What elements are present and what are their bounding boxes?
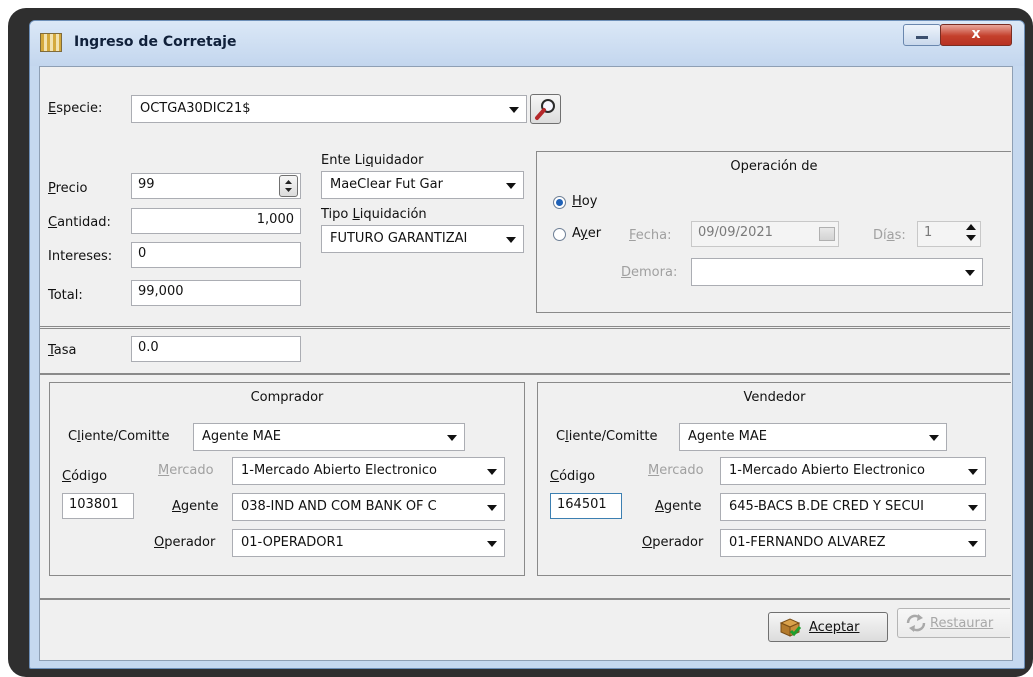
minimize-button[interactable] <box>903 24 941 46</box>
button-bar: Aceptar Restaurar <box>40 599 1010 660</box>
spinner-icon <box>285 180 292 192</box>
comprador-agente-label: Agente <box>172 499 219 514</box>
vendedor-title: Vendedor <box>743 390 806 405</box>
tasa-panel: Tasa 0.0 <box>40 328 1010 374</box>
magnifier-icon <box>535 99 555 120</box>
ayer-radio[interactable] <box>553 228 566 241</box>
chevron-down-icon <box>929 435 939 441</box>
operacion-group: Operación de Hoy Ayer Fecha: 09/09/2021 … <box>536 151 1011 313</box>
vendedor-codigo-label: Código <box>550 469 596 484</box>
comprador-group: Comprador Cliente/Comitte Agente MAE Cód… <box>49 382 525 576</box>
chevron-down-icon <box>447 435 457 441</box>
intereses-label: Intereses: <box>48 249 113 264</box>
vendedor-cliente-value: Agente MAE <box>688 429 767 444</box>
aceptar-button[interactable]: Aceptar <box>768 612 888 642</box>
comprador-operador-label: Operador <box>154 535 216 550</box>
comprador-mercado-label: Mercado <box>158 463 214 478</box>
chevron-down-icon <box>968 541 978 547</box>
comprador-cliente-label: Cliente/Comitte <box>68 429 170 444</box>
dias-label: Días: <box>873 228 906 243</box>
intereses-input[interactable]: 0 <box>131 242 301 268</box>
accept-package-icon <box>779 618 801 637</box>
comprador-cliente-value: Agente MAE <box>202 429 281 444</box>
vendedor-cliente-label: Cliente/Comitte <box>556 429 658 444</box>
comprador-title: Comprador <box>250 390 324 405</box>
comprador-cliente-select[interactable]: Agente MAE <box>193 423 465 451</box>
chevron-down-icon <box>506 237 516 243</box>
vendedor-group: Vendedor Cliente/Comitte Agente MAE Códi… <box>537 382 1011 576</box>
chevron-down-icon <box>509 107 519 113</box>
dias-spinner[interactable] <box>965 223 977 243</box>
comprador-codigo-label: Código <box>62 469 108 484</box>
precio-input[interactable]: 99 <box>131 173 301 199</box>
fecha-input[interactable]: 09/09/2021 <box>691 221 839 247</box>
window-client-area: Especie: OCTGA30DIC21$ Precio 99 Cantida… <box>39 66 1013 661</box>
ente-liquidador-value: MaeClear Fut Gar <box>330 177 443 192</box>
fecha-label: Fecha: <box>629 228 672 243</box>
tipo-liquidacion-select[interactable]: FUTURO GARANTIZAI <box>321 225 524 253</box>
comprador-agente-value: 038-IND AND COM BANK OF C <box>241 499 437 514</box>
vendedor-mercado-label: Mercado <box>648 463 704 478</box>
especie-label: Especie: <box>48 101 103 116</box>
chevron-down-icon <box>965 270 975 276</box>
restaurar-label: Restaurar <box>930 616 994 631</box>
tipo-liquidacion-value: FUTURO GARANTIZAI <box>330 231 468 246</box>
comprador-mercado-select[interactable]: 1-Mercado Abierto Electronico <box>232 457 505 485</box>
hoy-label[interactable]: Hoy <box>572 194 597 209</box>
parties-panel: Comprador Cliente/Comitte Agente MAE Cód… <box>40 374 1011 599</box>
chevron-down-icon <box>487 469 497 475</box>
general-panel: Especie: OCTGA30DIC21$ Precio 99 Cantida… <box>40 67 1011 327</box>
vendedor-cliente-select[interactable]: Agente MAE <box>679 423 947 451</box>
title-bar[interactable]: Ingreso de Corretaje x <box>30 21 1024 66</box>
comprador-operador-select[interactable]: 01-OPERADOR1 <box>232 529 505 557</box>
ente-liquidador-select[interactable]: MaeClear Fut Gar <box>321 171 524 199</box>
comprador-codigo-input[interactable]: 103801 <box>62 493 134 519</box>
cantidad-input[interactable]: 1,000 <box>131 208 301 234</box>
calendar-icon[interactable] <box>819 227 835 241</box>
tipo-liquidacion-label: Tipo Liquidación <box>321 207 427 222</box>
grid-app-icon <box>40 33 62 52</box>
tasa-label: Tasa <box>48 343 77 358</box>
close-button[interactable]: x <box>940 24 1012 46</box>
vendedor-agente-label: Agente <box>655 499 702 514</box>
vendedor-operador-value: 01-FERNANDO ALVAREZ <box>729 535 886 550</box>
demora-select[interactable] <box>691 258 983 286</box>
comprador-operador-value: 01-OPERADOR1 <box>241 535 344 550</box>
chevron-down-icon <box>968 505 978 511</box>
window: Ingreso de Corretaje x Especie: OCTGA30D… <box>29 20 1025 669</box>
comprador-mercado-value: 1-Mercado Abierto Electronico <box>241 463 438 478</box>
vendedor-agente-value: 645-BACS B.DE CRED Y SECUI <box>729 499 924 514</box>
demora-label: Demora: <box>621 265 678 280</box>
vendedor-mercado-value: 1-Mercado Abierto Electronico <box>729 463 926 478</box>
comprador-agente-select[interactable]: 038-IND AND COM BANK OF C <box>232 493 505 521</box>
cantidad-label: Cantidad: <box>48 215 111 230</box>
aceptar-label: Aceptar <box>809 620 860 635</box>
chevron-down-icon <box>506 183 516 189</box>
precio-spinner[interactable] <box>279 175 298 197</box>
ente-liquidador-label: Ente Liquidador <box>321 153 424 168</box>
vendedor-operador-select[interactable]: 01-FERNANDO ALVAREZ <box>720 529 986 557</box>
vendedor-agente-select[interactable]: 645-BACS B.DE CRED Y SECUI <box>720 493 986 521</box>
especie-select[interactable]: OCTGA30DIC21$ <box>131 95 527 123</box>
vendedor-operador-label: Operador <box>642 535 704 550</box>
chevron-down-icon <box>487 541 497 547</box>
minimize-icon <box>916 36 928 39</box>
vendedor-mercado-select[interactable]: 1-Mercado Abierto Electronico <box>720 457 986 485</box>
ayer-label[interactable]: Ayer <box>572 226 601 241</box>
chevron-down-icon <box>487 505 497 511</box>
especie-value: OCTGA30DIC21$ <box>140 101 251 116</box>
search-especie-button[interactable] <box>530 94 561 124</box>
vendedor-codigo-input[interactable]: 164501 <box>550 493 622 519</box>
window-title: Ingreso de Corretaje <box>74 34 237 50</box>
restaurar-button[interactable]: Restaurar <box>897 608 1010 638</box>
precio-label: Precio <box>48 181 88 196</box>
restore-arrows-icon <box>906 614 926 632</box>
hoy-radio[interactable] <box>553 196 566 209</box>
total-input[interactable]: 99,000 <box>131 280 301 306</box>
tasa-input[interactable]: 0.0 <box>131 336 301 362</box>
chevron-down-icon <box>968 469 978 475</box>
total-label: Total: <box>48 288 83 303</box>
operacion-title: Operación de <box>730 159 818 174</box>
